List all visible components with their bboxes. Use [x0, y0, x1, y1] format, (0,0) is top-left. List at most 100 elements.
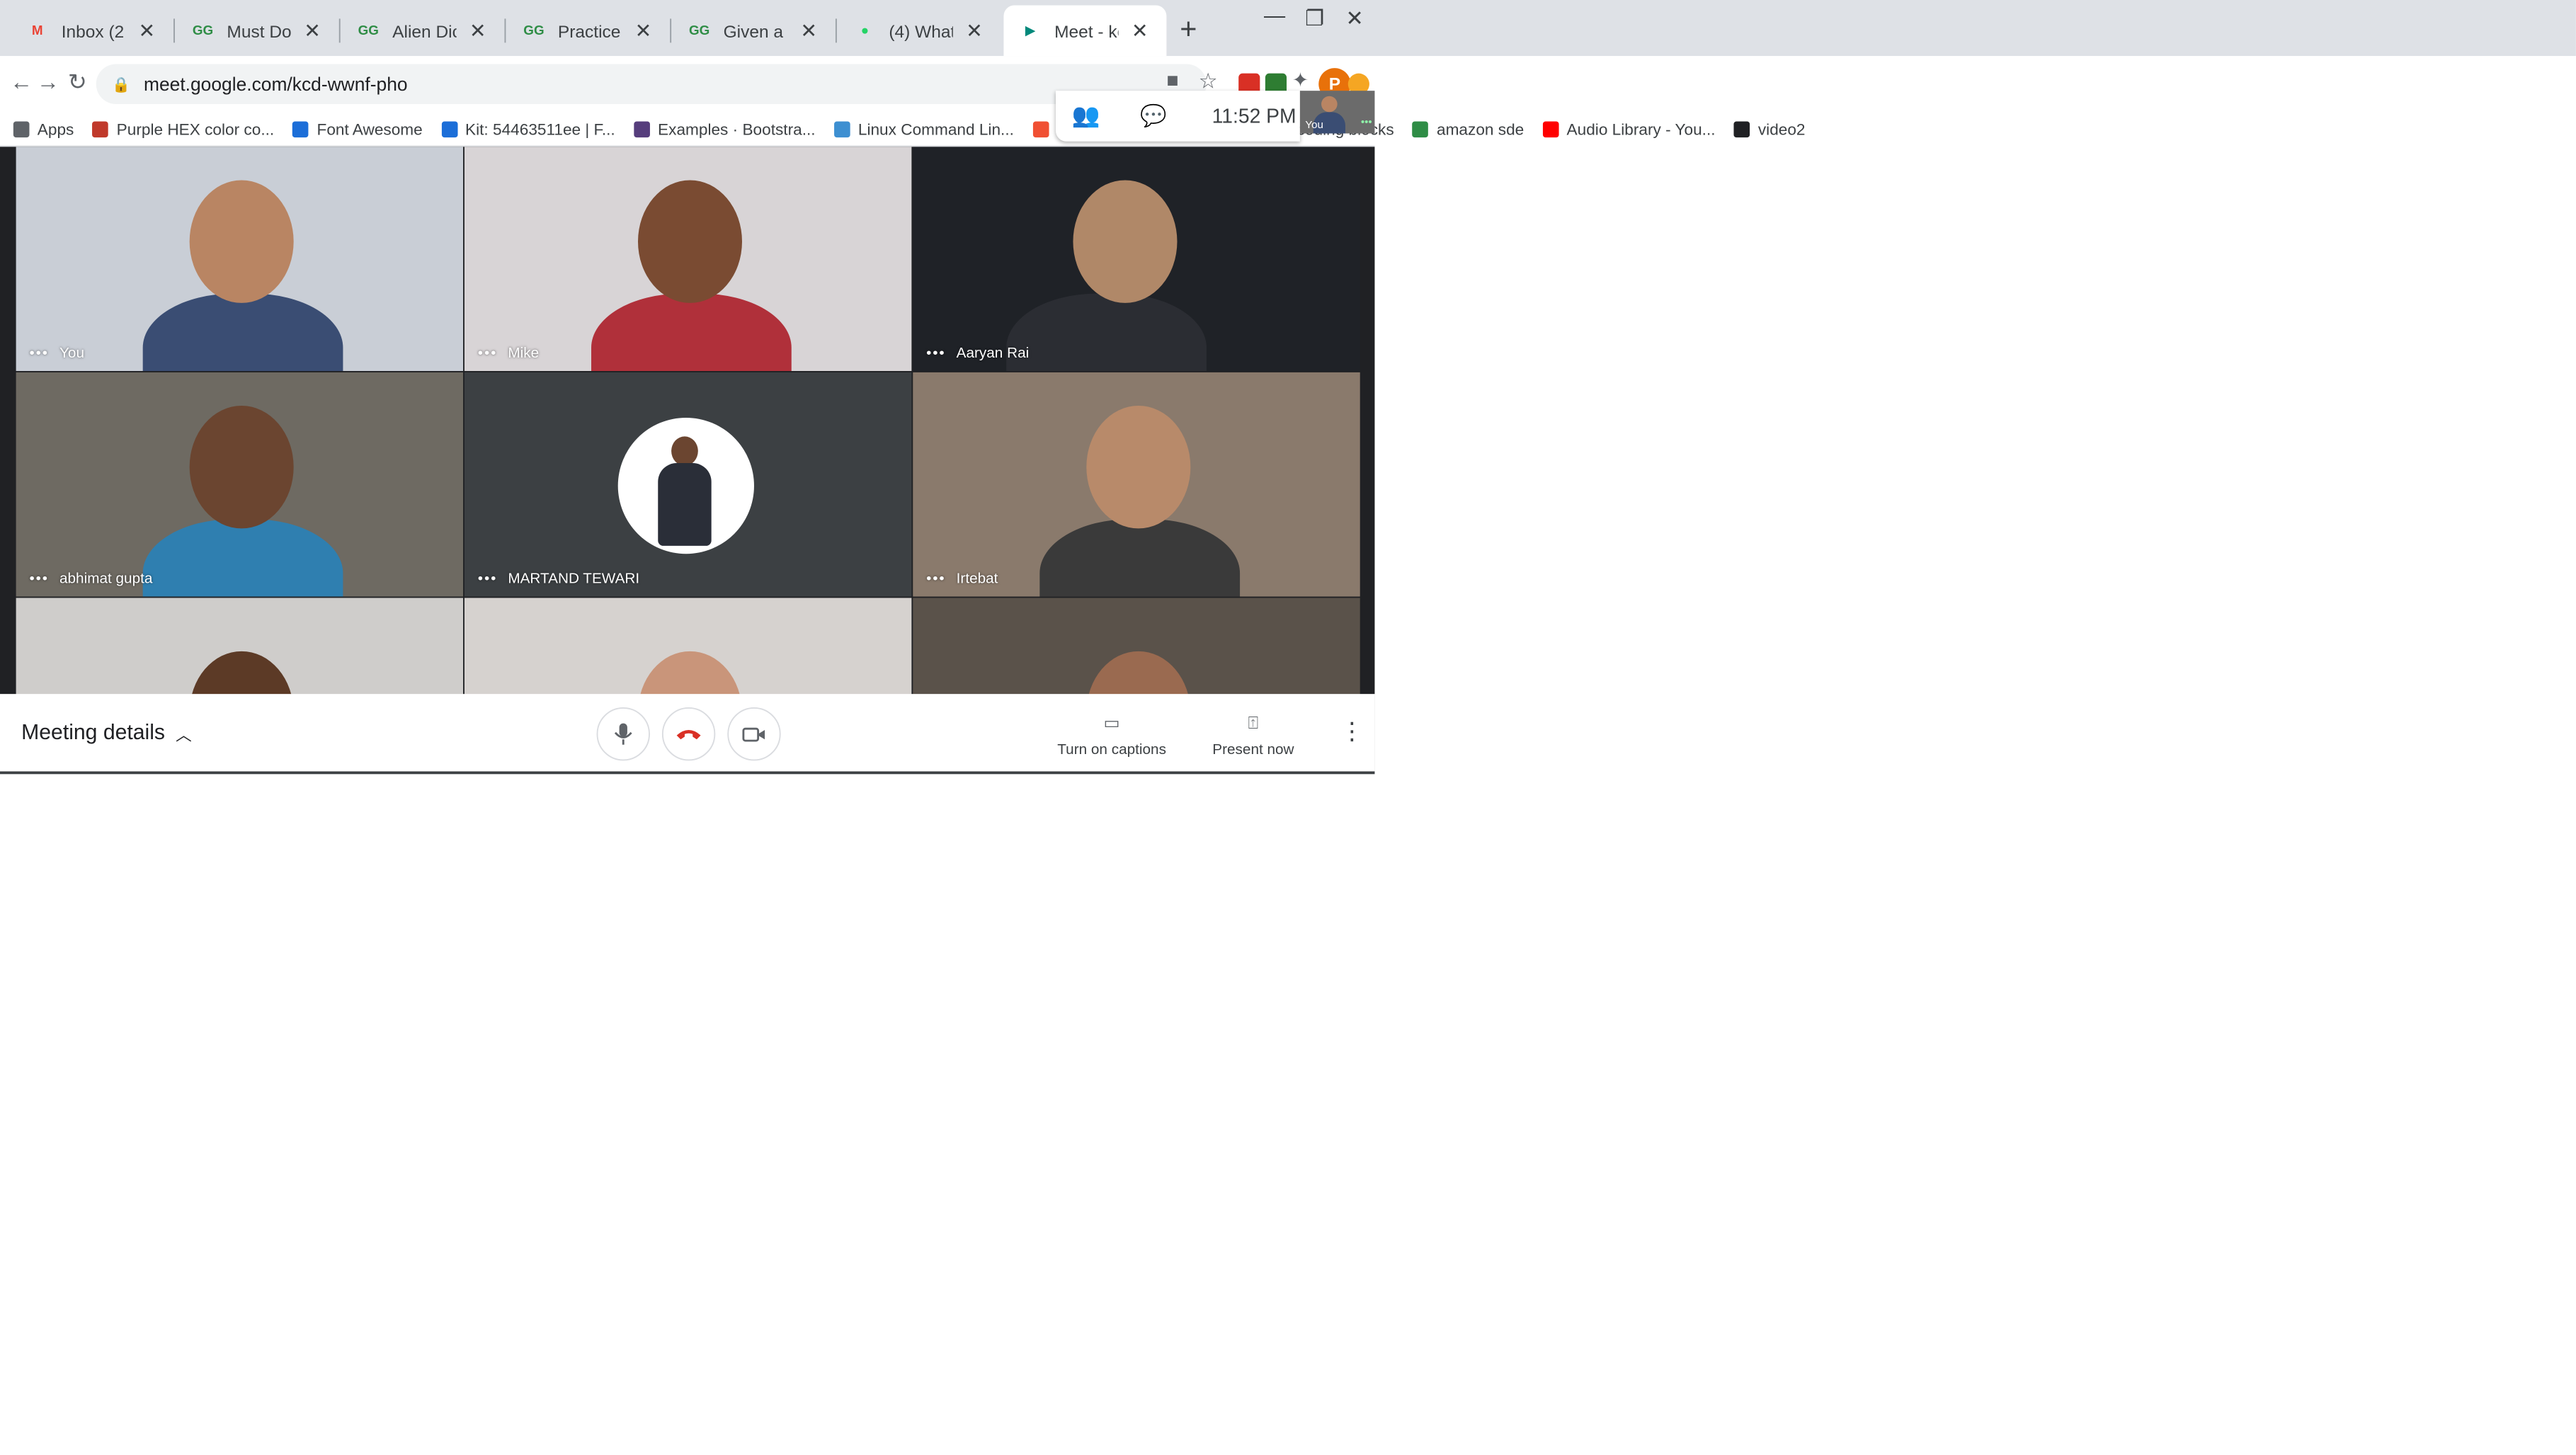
captions-icon: ▭	[1103, 712, 1120, 733]
tab-favicon-icon: GG	[358, 23, 379, 38]
bookmark-item[interactable]: Audio Library - You...	[1542, 119, 1716, 139]
address-bar[interactable]: 🔒 meet.google.com/kcd-wwnf-pho	[96, 64, 1207, 105]
bookmark-item[interactable]: video2	[1733, 120, 1806, 138]
close-tab-icon[interactable]: ✕	[964, 18, 985, 42]
leave-call-button[interactable]	[661, 707, 716, 761]
audio-indicator-icon: •••	[926, 571, 946, 588]
bookmark-label: Linux Command Lin...	[857, 119, 1014, 139]
restore-button[interactable]: ❐	[1294, 6, 1335, 33]
browser-tab[interactable]: ▶ Meet - kcd-wwnf-... ✕	[1003, 5, 1167, 57]
participant-body	[591, 293, 792, 372]
bookmark-label: Audio Library - You...	[1566, 119, 1716, 139]
participant-name: abhimat gupta	[59, 571, 153, 588]
tab-favicon-icon: GG	[689, 23, 710, 38]
browser-tab[interactable]: GG Practice | GeeksforGee... ✕	[507, 6, 670, 57]
tab-title: Meet - kcd-wwnf-...	[1054, 21, 1118, 41]
present-now-button[interactable]: ⍐ Present now	[1187, 713, 1320, 758]
bookmark-item[interactable]: Purple HEX color co...	[92, 119, 275, 139]
participant-name: Mike	[508, 346, 540, 362]
audio-indicator-icon: •••	[29, 346, 49, 362]
tab-favicon-icon: ▶	[1025, 23, 1036, 38]
forward-icon[interactable]: →	[32, 69, 64, 96]
bookmark-favicon-icon	[1733, 120, 1750, 137]
participant-tile[interactable]: ••• Aaryan Rai	[913, 147, 1360, 372]
participant-tile[interactable]: ••• MARTAND TEWARI	[464, 372, 912, 597]
participant-tile[interactable]: ••• Irtebat	[913, 372, 1360, 597]
bookmark-favicon-icon	[292, 120, 309, 137]
hang-up-icon	[676, 730, 701, 740]
bookmark-label: Kit: 54463511ee | F...	[465, 119, 615, 139]
bookmark-favicon-icon	[1542, 120, 1559, 137]
bookmark-item[interactable]: Examples · Bootstra...	[634, 120, 816, 138]
present-label: Present now	[1212, 742, 1294, 758]
tab-separator	[835, 18, 837, 43]
reload-icon[interactable]: ↻	[62, 69, 93, 96]
bookmark-item[interactable]: Apps	[13, 120, 74, 138]
participant-body	[1006, 293, 1207, 372]
participant-avatar	[617, 417, 754, 554]
more-dots-icon[interactable]: •••	[1361, 116, 1372, 128]
participant-name: Aaryan Rai	[956, 346, 1030, 362]
participant-name-tag: ••• Irtebat	[926, 571, 998, 588]
close-tab-icon[interactable]: ✕	[302, 18, 323, 42]
bookmark-label: Apps	[37, 119, 74, 139]
bookmark-favicon-icon	[92, 120, 109, 137]
participant-face	[1086, 406, 1191, 529]
self-view-face	[1321, 96, 1338, 113]
tab-title: (4) WhatsApp	[889, 21, 953, 41]
close-window-button[interactable]: ✕	[1335, 6, 1375, 33]
tab-favicon-icon: M	[31, 23, 43, 38]
browser-tab[interactable]: ● (4) WhatsApp ✕	[838, 6, 1001, 57]
participant-face	[189, 180, 294, 303]
url-text[interactable]: meet.google.com/kcd-wwnf-pho	[144, 74, 408, 95]
participant-tile[interactable]: ••• You	[16, 147, 464, 372]
camera-button[interactable]	[727, 707, 781, 761]
participant-body	[142, 293, 343, 372]
close-tab-icon[interactable]: ✕	[136, 18, 157, 42]
microphone-button[interactable]	[596, 707, 650, 761]
camera-icon[interactable]: ■	[1166, 69, 1178, 92]
bookmark-item[interactable]: Kit: 54463511ee | F...	[441, 120, 615, 138]
puzzle-icon[interactable]: ✦	[1292, 68, 1313, 92]
audio-indicator-icon: •••	[926, 346, 946, 362]
close-tab-icon[interactable]: ✕	[798, 18, 819, 42]
meeting-details-label: Meeting details	[21, 721, 166, 745]
self-view-thumbnail[interactable]: You •••	[1299, 91, 1375, 134]
close-tab-icon[interactable]: ✕	[1129, 18, 1151, 42]
browser-tab[interactable]: GG Alien Dictionary | Pract... ✕	[342, 6, 505, 57]
bookmark-item[interactable]: Linux Command Lin...	[833, 119, 1014, 139]
microphone-icon	[614, 723, 632, 745]
bookmark-label: Purple HEX color co...	[116, 119, 275, 139]
people-icon[interactable]: 👥	[1072, 103, 1100, 130]
more-options-icon[interactable]: ⋮	[1340, 718, 1364, 746]
tab-separator	[504, 18, 506, 43]
chat-icon[interactable]: 💬	[1140, 103, 1167, 130]
participant-name: MARTAND TEWARI	[508, 571, 640, 588]
bookmark-item[interactable]: Font Awesome	[292, 120, 423, 138]
lock-icon: 🔒	[112, 76, 131, 93]
participant-body	[1039, 519, 1241, 597]
meet-grid: ••• You ••• Mike ••• Aaryan Rai ••• abhimat gup…	[0, 147, 1375, 775]
participant-name-tag: ••• You	[29, 346, 84, 362]
close-tab-icon[interactable]: ✕	[632, 18, 654, 42]
participant-name-tag: ••• Aaryan Rai	[926, 346, 1029, 362]
bookmark-favicon-icon	[441, 120, 457, 137]
browser-tab[interactable]: GG Given a sorted diction... ✕	[673, 6, 836, 57]
bookmark-item[interactable]: amazon sde	[1413, 120, 1524, 138]
participant-tile[interactable]: ••• Mike	[464, 147, 912, 372]
new-tab-button[interactable]: +	[1180, 12, 1197, 47]
captions-button[interactable]: ▭ Turn on captions	[1045, 713, 1178, 758]
bookmark-favicon-icon	[13, 120, 30, 137]
audio-indicator-icon: •••	[477, 571, 498, 588]
browser-tab[interactable]: GG Must Do Coding Ques... ✕	[176, 6, 339, 57]
tab-title: Alien Dictionary | Pract...	[392, 21, 456, 41]
bookmark-favicon-icon	[1032, 120, 1049, 137]
participant-face	[189, 406, 294, 529]
participant-tile[interactable]: ••• abhimat gupta	[16, 372, 464, 597]
browser-tab[interactable]: M Inbox (2,721) - psethi... ✕	[11, 6, 173, 57]
minimize-button[interactable]: —	[1255, 6, 1295, 30]
meeting-details-button[interactable]: Meeting details ︿	[21, 722, 192, 746]
bookmark-favicon-icon	[634, 120, 650, 137]
close-tab-icon[interactable]: ✕	[467, 18, 489, 42]
tab-favicon-icon: GG	[192, 23, 214, 38]
